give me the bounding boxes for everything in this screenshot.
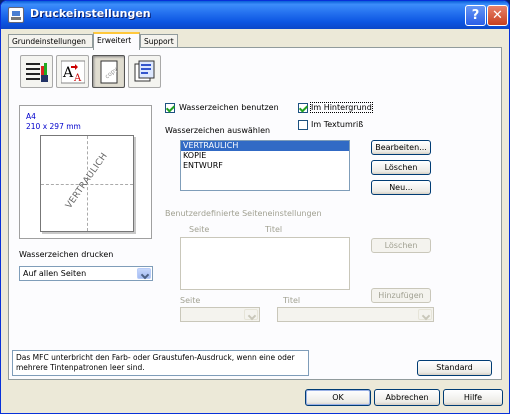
custom-add-button: Hinzufügen [371, 288, 431, 303]
custom-pages-group-label: Benutzerdefinierte Seiteneinstellungen [165, 209, 322, 218]
watermark-print-label: Wasserzeichen drucken [19, 250, 114, 259]
use-watermark-label[interactable]: Wasserzeichen benutzen [179, 103, 279, 112]
color-settings-button[interactable] [20, 55, 53, 88]
ink-info-text: Das MFC unterbricht den Farb- oder Graus… [12, 350, 309, 376]
help-button[interactable]: Hilfe [443, 389, 503, 406]
color-settings-icon [26, 63, 48, 82]
page-select [180, 307, 260, 322]
paper-dimensions: 210 x 297 mm [26, 122, 81, 131]
printer-icon [8, 7, 24, 23]
delete-button[interactable]: Löschen [371, 160, 431, 175]
custom-pages-col-title: Titel [265, 225, 283, 234]
list-item[interactable]: KOPIE [181, 151, 349, 161]
chevron-down-icon [418, 309, 432, 320]
watermark-print-value: Auf allen Seiten [23, 269, 87, 278]
close-title-button[interactable]: ✕ [487, 5, 508, 26]
tab-erweitert[interactable]: Erweitert [93, 32, 140, 50]
tab-strip: Grundeinstellungen Erweitert Support [1, 29, 509, 50]
ok-button[interactable]: OK [305, 389, 371, 406]
select-watermark-label: Wasserzeichen auswählen [165, 126, 271, 135]
list-item[interactable]: VERTRAULICH [181, 141, 349, 151]
cancel-button[interactable]: Abbrechen [374, 389, 440, 406]
new-button[interactable]: Neu... [371, 180, 431, 195]
custom-pages-list [180, 237, 350, 290]
chevron-down-icon[interactable] [137, 268, 151, 279]
list-item[interactable]: ENTWURF [181, 161, 349, 171]
paper-name: A4 [26, 112, 36, 121]
paper-size-label: A4 210 x 297 mm [26, 112, 81, 132]
custom-pages-col-page: Seite [189, 225, 210, 234]
standard-button[interactable]: Standard [417, 360, 492, 376]
tab-panel-erweitert: A A copy A4 210 x 297 mm VERTRAULICH Was… [8, 47, 502, 380]
font-scaling-button[interactable]: A A [56, 55, 89, 88]
watermark-button[interactable]: copy [92, 55, 125, 88]
chevron-down-icon [244, 309, 258, 320]
watermark-preview: A4 210 x 297 mm VERTRAULICH [19, 105, 152, 239]
page-options-button[interactable] [128, 55, 161, 88]
edit-button[interactable]: Bearbeiten... [371, 140, 431, 155]
preview-page: VERTRAULICH [40, 135, 134, 232]
font-scaling-icon: A A [61, 60, 85, 84]
page-options-icon [134, 60, 155, 82]
in-background-checkbox[interactable] [298, 103, 308, 113]
svg-text:A: A [73, 73, 82, 84]
outline-text-checkbox[interactable] [298, 120, 308, 130]
custom-delete-button: Löschen [371, 238, 431, 253]
watermark-print-select[interactable]: Auf allen Seiten [19, 266, 153, 281]
use-watermark-checkbox[interactable] [165, 103, 175, 113]
outline-text-label[interactable]: Im Textumriß [311, 120, 363, 129]
window-title: Druckeinstellungen [30, 7, 151, 20]
help-title-button[interactable]: ? [465, 5, 486, 26]
printing-preferences-window: Druckeinstellungen ? ✕ Grundeinstellunge… [0, 0, 510, 414]
title-select [277, 307, 434, 322]
page-field-label: Seite [180, 296, 201, 305]
watermark-icon: copy [100, 60, 120, 84]
watermark-list[interactable]: VERTRAULICH KOPIE ENTWURF [180, 140, 350, 191]
title-field-label: Titel [283, 296, 301, 305]
in-background-label[interactable]: Im Hintergrund [310, 102, 373, 113]
title-bar[interactable]: Druckeinstellungen ? ✕ [1, 1, 509, 29]
